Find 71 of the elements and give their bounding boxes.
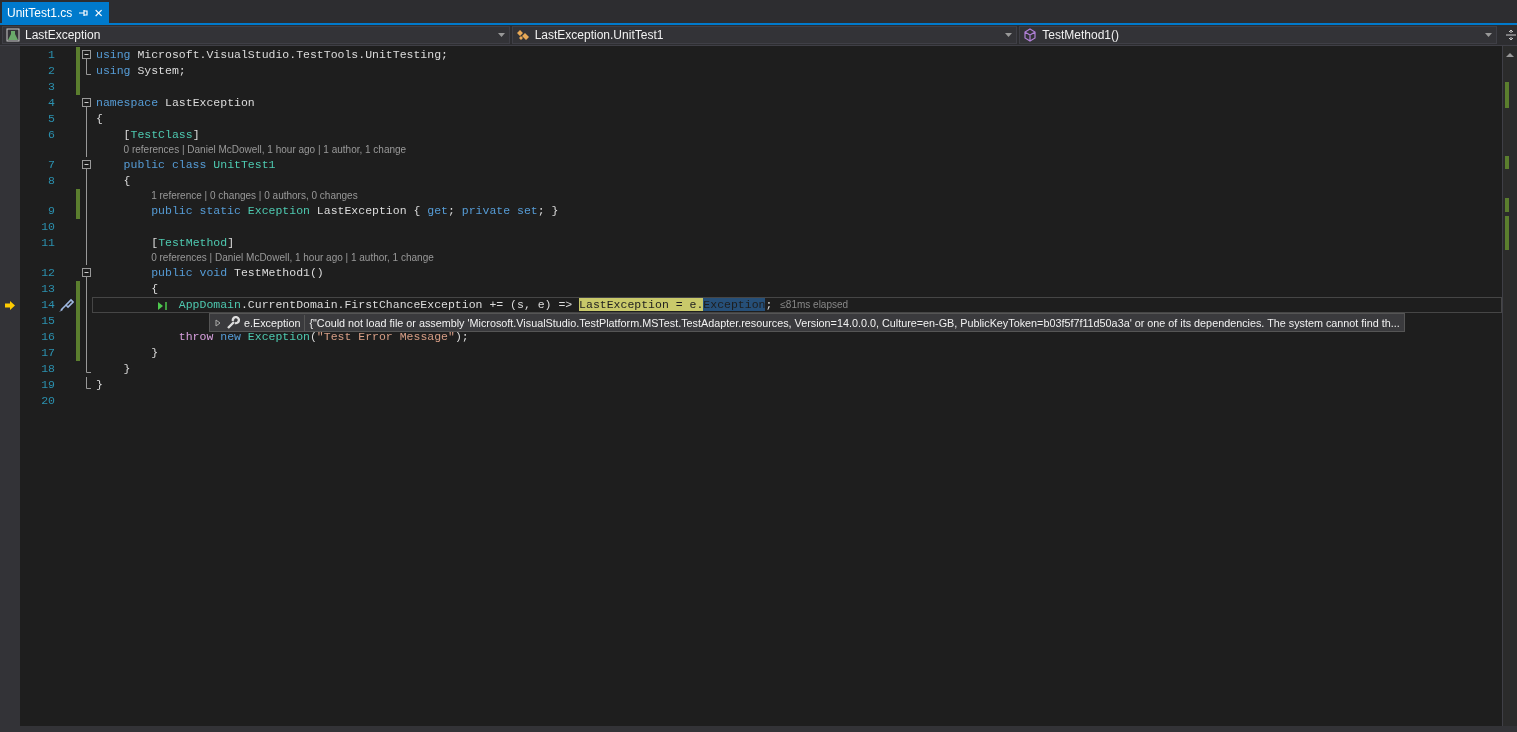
- collapse-icon[interactable]: [82, 95, 94, 111]
- collapse-icon[interactable]: [82, 47, 94, 63]
- line-number: 14: [40, 297, 56, 313]
- line-number: 15: [40, 313, 56, 329]
- line-number: 5: [47, 111, 56, 127]
- expand-icon[interactable]: [214, 318, 222, 327]
- collapse-icon[interactable]: [82, 157, 94, 173]
- code-line: AppDomain.CurrentDomain.FirstChanceException += (s, e) => LastException = e.Exception;: [177, 297, 773, 313]
- pin-icon[interactable]: [78, 7, 89, 18]
- caret-icon: [497, 33, 505, 37]
- class-icon: [515, 28, 530, 42]
- line-number: 12: [40, 265, 56, 281]
- line-number: 8: [47, 173, 56, 189]
- brush-icon[interactable]: [58, 297, 74, 313]
- collapse-icon[interactable]: [82, 265, 94, 281]
- caret-icon: [1485, 33, 1492, 37]
- code-lens[interactable]: 0 references | Daniel McDowell, 1 hour ago | 1 author, 1 change: [151, 250, 434, 266]
- code-line: }: [122, 361, 131, 377]
- change-mark: [1505, 198, 1509, 212]
- line-number: 11: [40, 235, 56, 251]
- line-number: 13: [40, 281, 56, 297]
- code-lens[interactable]: 0 references | Daniel McDowell, 1 hour ago | 1 author, 1 change: [123, 142, 407, 158]
- scrollbar[interactable]: [1502, 46, 1517, 726]
- code-line: public class UnitTest1: [122, 157, 276, 173]
- code-line: [TestClass]: [122, 127, 200, 143]
- caret-icon: [1005, 33, 1013, 37]
- change-mark: [1505, 156, 1509, 169]
- data-tip-name: e.Exception: [244, 314, 306, 331]
- line-number: 3: [47, 79, 56, 95]
- line-number: 7: [47, 157, 56, 173]
- change-mark: [1505, 216, 1509, 250]
- perf-tip[interactable]: ≤81ms elapsed: [780, 297, 849, 313]
- file-tab[interactable]: UnitTest1.cs ×: [2, 2, 110, 23]
- line-number: 6: [47, 127, 56, 143]
- change-mark: [1505, 82, 1509, 108]
- code-lens[interactable]: 1 reference | 0 changes | 0 authors, 0 changes: [151, 188, 358, 204]
- navigation-dropdown[interactable]: LastException.UnitTest1: [511, 26, 1018, 44]
- code-line: {: [150, 281, 159, 297]
- line-number: 9: [47, 203, 56, 219]
- outline-end-line: [86, 361, 91, 373]
- cube-icon: [1023, 28, 1038, 42]
- close-button[interactable]: ×: [94, 5, 104, 20]
- line-number: 17: [40, 345, 56, 361]
- splitter-icon[interactable]: [1505, 29, 1517, 41]
- code-line: throw new Exception("Test Error Message");: [177, 329, 469, 345]
- code-line: [TestMethod]: [150, 235, 235, 251]
- run-to-click-icon[interactable]: [157, 301, 170, 311]
- code-line: }: [150, 345, 159, 361]
- navigation-dropdown[interactable]: TestMethod1(): [1019, 26, 1497, 44]
- outline-end-line: [86, 377, 91, 389]
- line-number: 1: [47, 47, 56, 63]
- line-number: 4: [47, 95, 56, 111]
- line-number: 10: [40, 219, 56, 235]
- navigation-dropdown[interactable]: LastException: [2, 26, 510, 44]
- code-line: }: [96, 377, 103, 393]
- code-line: public static Exception LastException { get; private set; }: [150, 203, 559, 219]
- wrench-icon: [226, 315, 240, 330]
- test-project-icon: [6, 28, 20, 42]
- code-line: {: [122, 173, 131, 189]
- code-line: using Microsoft.VisualStudio.TestTools.UnitTesting;: [96, 47, 448, 63]
- outline-end-line: [86, 63, 91, 75]
- code-line: {: [96, 111, 103, 127]
- code-line: namespace LastException: [96, 95, 255, 111]
- code-line: using System;: [96, 63, 186, 79]
- line-number: 19: [40, 377, 56, 393]
- line-number: 2: [47, 63, 56, 79]
- code-line: public void TestMethod1(): [150, 265, 324, 281]
- line-number: 16: [40, 329, 56, 345]
- line-number: 20: [40, 393, 56, 409]
- data-tip-value: {"Could not load file or assembly 'Microsoft.VisualStudio.TestPlatform.MSTest.TestAdapter.resources, Version=14.0.0.0, Culture=en-GB, PublicKeyToken=b03f5f7f11d50a3a' or one of its dependencies. The system cannot find th...: [309, 315, 1400, 331]
- line-number: 18: [40, 361, 56, 377]
